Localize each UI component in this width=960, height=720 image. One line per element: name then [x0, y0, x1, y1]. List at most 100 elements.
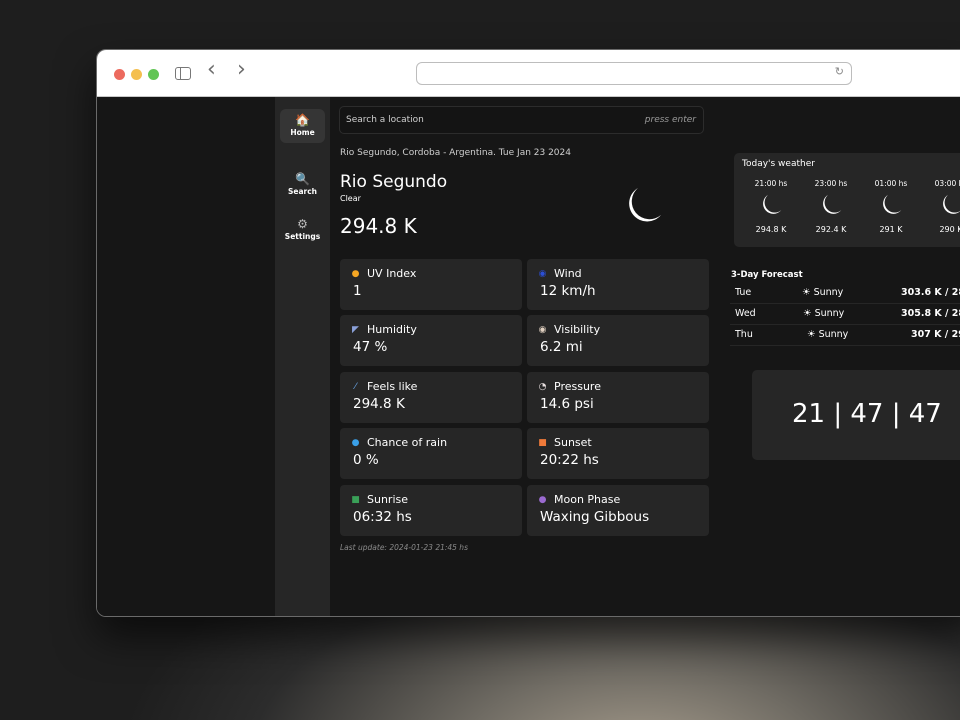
- card-visibility: ◉ Visibility 6.2 mi: [527, 315, 709, 366]
- forecast-row: Tue ☀ Sunny 303.6 K / 28: [730, 283, 960, 304]
- hour-temp: 290 K: [939, 225, 960, 234]
- forward-icon[interactable]: ›: [237, 59, 246, 81]
- todays-weather-title: Today's weather: [742, 159, 815, 169]
- card-feels-like: ⁄ Feels like 294.8 K: [340, 372, 522, 423]
- hourly-item: 03:00 hs 290 K: [926, 179, 960, 234]
- forecast-range: 307 K / 29: [911, 329, 960, 340]
- forecast-day: Thu: [735, 329, 753, 340]
- back-icon[interactable]: ‹: [207, 59, 216, 81]
- browser-window: ‹ › ↻ 🏠 Home 🔍 Search ⚙ Settings Search …: [96, 49, 960, 617]
- gear-icon: ⚙: [297, 217, 308, 231]
- nav-item-home[interactable]: 🏠 Home: [280, 109, 325, 143]
- maximize-window-button[interactable]: [148, 69, 159, 80]
- card-title: Sunrise: [367, 493, 409, 506]
- forecast-condition: Sunny: [813, 287, 844, 298]
- card-value: 47 %: [353, 339, 388, 355]
- card-wind: ◉ Wind 12 km/h: [527, 259, 709, 310]
- search-hint: press enter: [644, 115, 696, 125]
- moon-icon: [883, 194, 902, 214]
- card-title: Chance of rain: [367, 436, 448, 449]
- location-search-input[interactable]: Search a location press enter: [339, 106, 704, 134]
- current-condition: Clear: [340, 194, 361, 203]
- card-value: Waxing Gibbous: [540, 509, 650, 525]
- clock-display: 21 | 47 | 47: [752, 370, 960, 460]
- hour-time: 01:00 hs: [874, 179, 908, 188]
- forecast-title: 3-Day Forecast: [731, 270, 803, 280]
- card-value: 14.6 psi: [540, 396, 594, 412]
- hour-time: 21:00 hs: [754, 179, 788, 188]
- sun-icon: ☀: [803, 308, 812, 319]
- main-panel: Search a location press enter Rio Segund…: [330, 97, 960, 616]
- forecast-condition: Sunny: [818, 329, 849, 340]
- card-title: Moon Phase: [554, 493, 621, 506]
- search-icon: 🔍: [295, 172, 310, 186]
- card-value: 20:22 hs: [540, 452, 599, 468]
- nav-rail: 🏠 Home 🔍 Search ⚙ Settings: [275, 97, 330, 616]
- sunrise-icon: ■: [351, 495, 360, 505]
- sidebar-toggle-icon[interactable]: [175, 67, 191, 80]
- card-value: 6.2 mi: [540, 339, 583, 355]
- address-bar[interactable]: ↻: [416, 62, 852, 85]
- close-window-button[interactable]: [114, 69, 125, 80]
- search-placeholder: Search a location: [346, 115, 424, 125]
- hour-temp: 294.8 K: [755, 225, 787, 234]
- hour-time: 23:00 hs: [814, 179, 848, 188]
- card-title: Wind: [554, 267, 582, 280]
- hour-temp: 292.4 K: [815, 225, 847, 234]
- todays-weather-panel: Today's weather 21:00 hs 294.8 K 23:00 h…: [734, 153, 960, 247]
- moon-icon: [943, 194, 960, 214]
- hourly-item: 23:00 hs 292.4 K: [806, 179, 856, 234]
- card-value: 06:32 hs: [353, 509, 412, 525]
- hour-temp: 291 K: [879, 225, 903, 234]
- forecast-day: Wed: [735, 308, 756, 319]
- forecast-condition: Sunny: [814, 308, 845, 319]
- location-date-line: Rio Segundo, Cordoba - Argentina. Tue Ja…: [340, 148, 571, 158]
- card-value: 12 km/h: [540, 283, 596, 299]
- shower-icon: ◤: [352, 325, 359, 335]
- last-update: Last update: 2024-01-23 21:45 hs: [340, 543, 468, 552]
- forecast-row: Wed ☀ Sunny 305.8 K / 28: [730, 304, 960, 325]
- card-title: UV Index: [367, 267, 417, 280]
- browser-titlebar: ‹ › ↻: [97, 50, 960, 97]
- card-pressure: ◔ Pressure 14.6 psi: [527, 372, 709, 423]
- card-moon-phase: ● Moon Phase Waxing Gibbous: [527, 485, 709, 536]
- blank-pane: [97, 97, 275, 616]
- forecast-range: 303.6 K / 28: [901, 287, 960, 298]
- card-title: Humidity: [367, 323, 417, 336]
- card-value: 0 %: [353, 452, 379, 468]
- card-title: Sunset: [554, 436, 592, 449]
- nav-label: Settings: [284, 232, 321, 241]
- page-content: 🏠 Home 🔍 Search ⚙ Settings Search a loca…: [97, 97, 960, 616]
- minimize-window-button[interactable]: [131, 69, 142, 80]
- card-value: 1: [353, 283, 362, 299]
- card-value: 294.8 K: [353, 396, 405, 412]
- moon-icon: [823, 194, 842, 214]
- card-sunset: ■ Sunset 20:22 hs: [527, 428, 709, 479]
- reload-icon[interactable]: ↻: [835, 65, 844, 78]
- sun-icon: ☀: [807, 329, 816, 340]
- droplet-icon: ●: [351, 438, 360, 448]
- eye-icon: ◉: [538, 325, 547, 335]
- nav-item-search[interactable]: 🔍 Search: [280, 168, 325, 202]
- card-sunrise: ■ Sunrise 06:32 hs: [340, 485, 522, 536]
- forecast-range: 305.8 K / 28: [901, 308, 960, 319]
- card-title: Feels like: [367, 380, 418, 393]
- sun-icon: ☀: [802, 287, 811, 298]
- nav-label: Home: [290, 128, 315, 137]
- city-name: Rio Segundo: [340, 172, 448, 192]
- moon-icon: [629, 188, 661, 222]
- card-chance-of-rain: ● Chance of rain 0 %: [340, 428, 522, 479]
- nav-item-settings[interactable]: ⚙ Settings: [280, 213, 325, 247]
- current-temperature: 294.8 K: [340, 214, 417, 238]
- card-humidity: ◤ Humidity 47 %: [340, 315, 522, 366]
- card-title: Pressure: [554, 380, 601, 393]
- moon-face-icon: ●: [538, 495, 547, 505]
- card-uv-index: ● UV Index 1: [340, 259, 522, 310]
- home-icon: 🏠: [295, 113, 310, 127]
- sun-icon: ●: [351, 269, 360, 279]
- hourly-item: 21:00 hs 294.8 K: [746, 179, 796, 234]
- nav-label: Search: [287, 187, 318, 196]
- gauge-icon: ◔: [538, 382, 547, 392]
- thermometer-icon: ⁄: [354, 382, 357, 392]
- wind-icon: ◉: [538, 269, 547, 279]
